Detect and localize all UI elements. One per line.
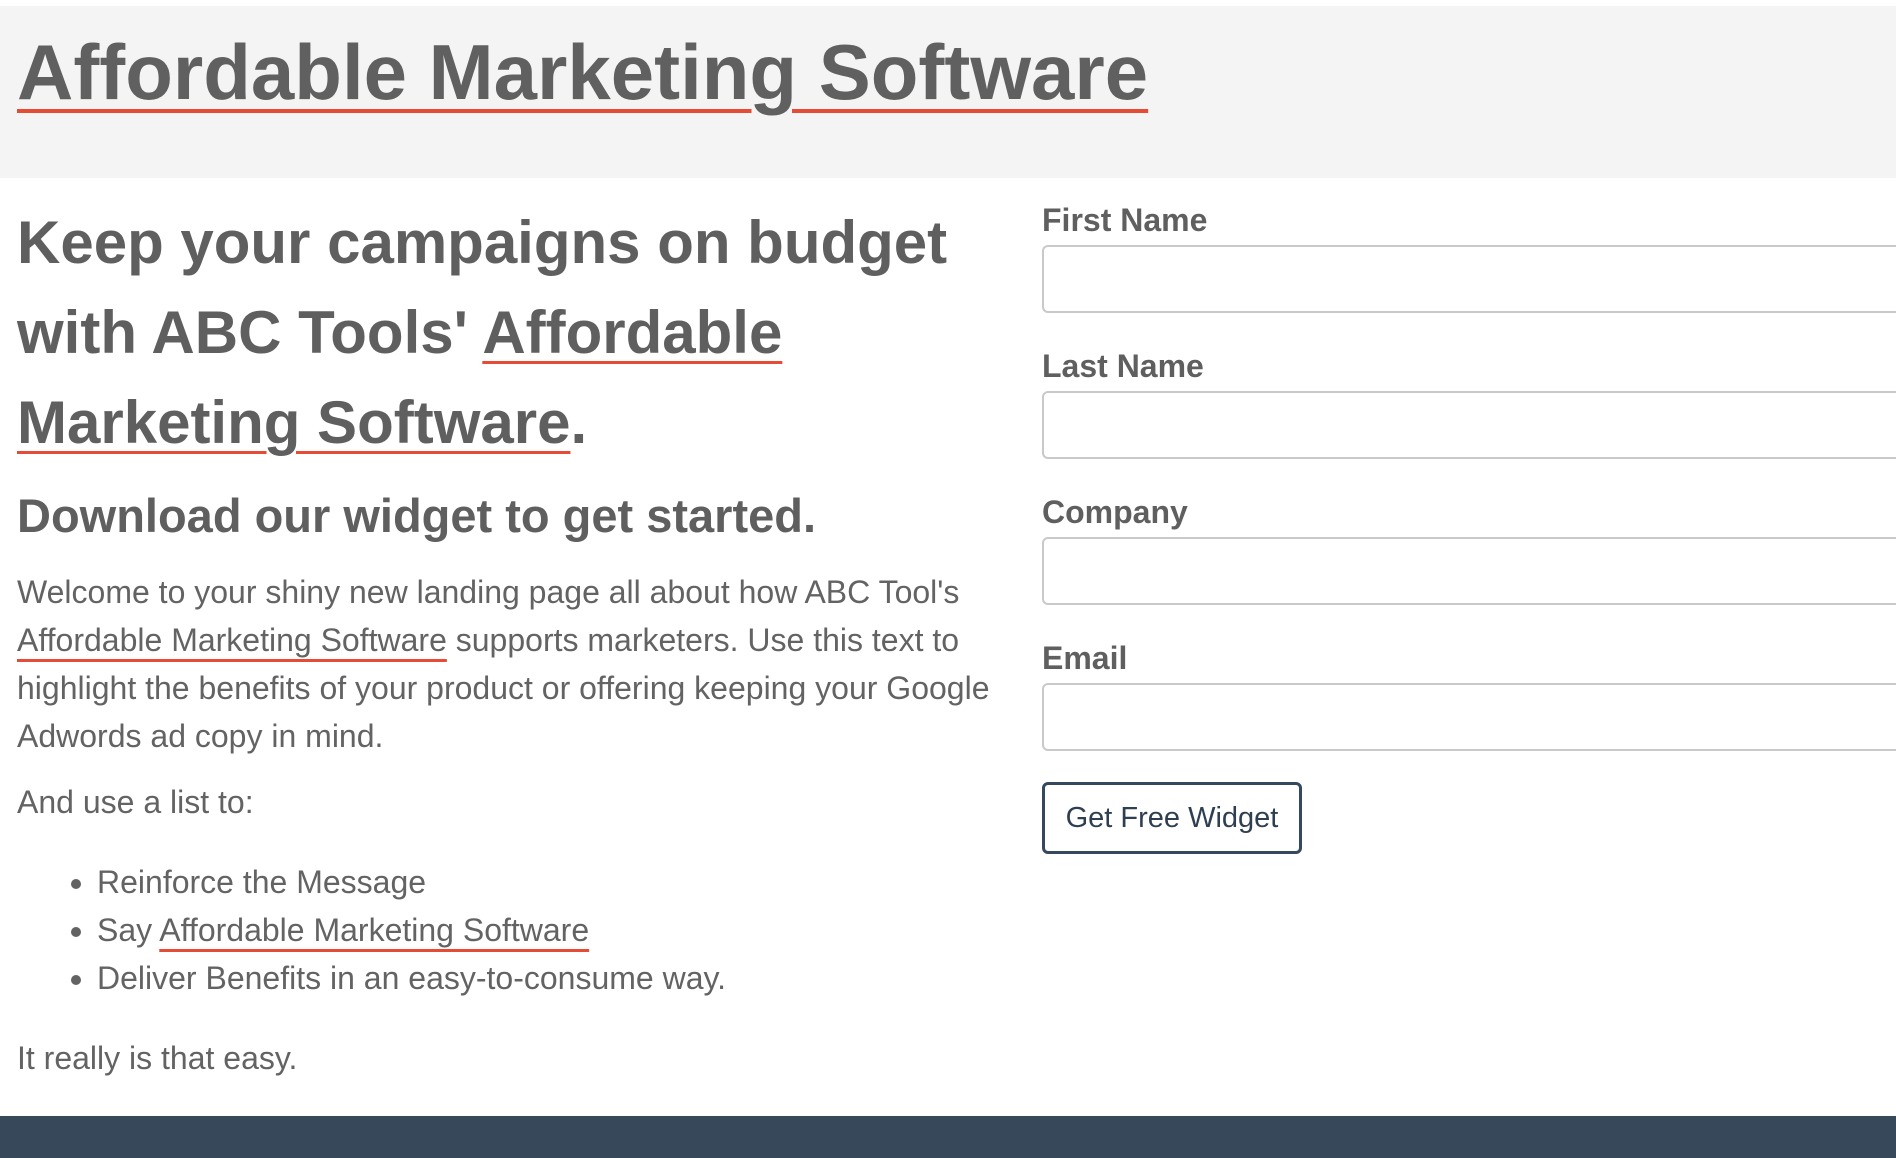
- intro-paragraph: Welcome to your shiny new landing page a…: [17, 568, 997, 760]
- email-field: Email: [1042, 634, 1896, 780]
- list-item-text: Reinforce the Message: [97, 864, 427, 900]
- intro-keyword: Affordable Marketing Software: [17, 622, 447, 658]
- email-label: Email: [1042, 640, 1128, 676]
- get-free-widget-button[interactable]: Get Free Widget: [1042, 782, 1302, 854]
- list-item-text: Say: [97, 912, 160, 948]
- list-item: Deliver Benefits in an easy-to-consume w…: [97, 954, 997, 1002]
- list-item-keyword: Affordable Marketing Software: [159, 912, 590, 948]
- intro-text-start: Welcome to your shiny new landing page a…: [17, 574, 960, 610]
- list-intro: And use a list to:: [17, 784, 254, 820]
- last-name-label: Last Name: [1042, 348, 1204, 384]
- page-title: Affordable Marketing Software: [17, 24, 1148, 120]
- first-name-input[interactable]: [1042, 245, 1896, 313]
- company-input[interactable]: [1042, 537, 1896, 605]
- hero-subheadline: Download our widget to get started.: [17, 489, 816, 542]
- closing-text: It really is that easy.: [17, 1040, 298, 1076]
- page-title-keyword: Affordable Marketing Software: [17, 28, 1149, 116]
- last-name-field: Last Name: [1042, 342, 1896, 488]
- hero-headline-period: .: [570, 389, 588, 456]
- benefits-list: Reinforce the Message Say Affordable Mar…: [17, 858, 997, 1002]
- first-name-label: First Name: [1042, 202, 1208, 238]
- lead-form: First Name Last Name Company Email Get F…: [1042, 196, 1896, 854]
- header-banner: Affordable Marketing Software: [0, 6, 1896, 178]
- list-item: Say Affordable Marketing Software: [97, 906, 997, 954]
- list-item-text: Deliver Benefits in an easy-to-consume w…: [97, 960, 727, 996]
- company-label: Company: [1042, 494, 1188, 530]
- footer-bar: [0, 1116, 1896, 1158]
- first-name-field: First Name: [1042, 196, 1896, 342]
- landing-page: Affordable Marketing Software Keep your …: [0, 0, 1896, 1158]
- hero-headline: Keep your campaigns on budget with ABC T…: [17, 198, 997, 468]
- last-name-input[interactable]: [1042, 391, 1896, 459]
- company-field: Company: [1042, 488, 1896, 634]
- main-content: Keep your campaigns on budget with ABC T…: [17, 198, 997, 1082]
- email-input[interactable]: [1042, 683, 1896, 751]
- list-item: Reinforce the Message: [97, 858, 997, 906]
